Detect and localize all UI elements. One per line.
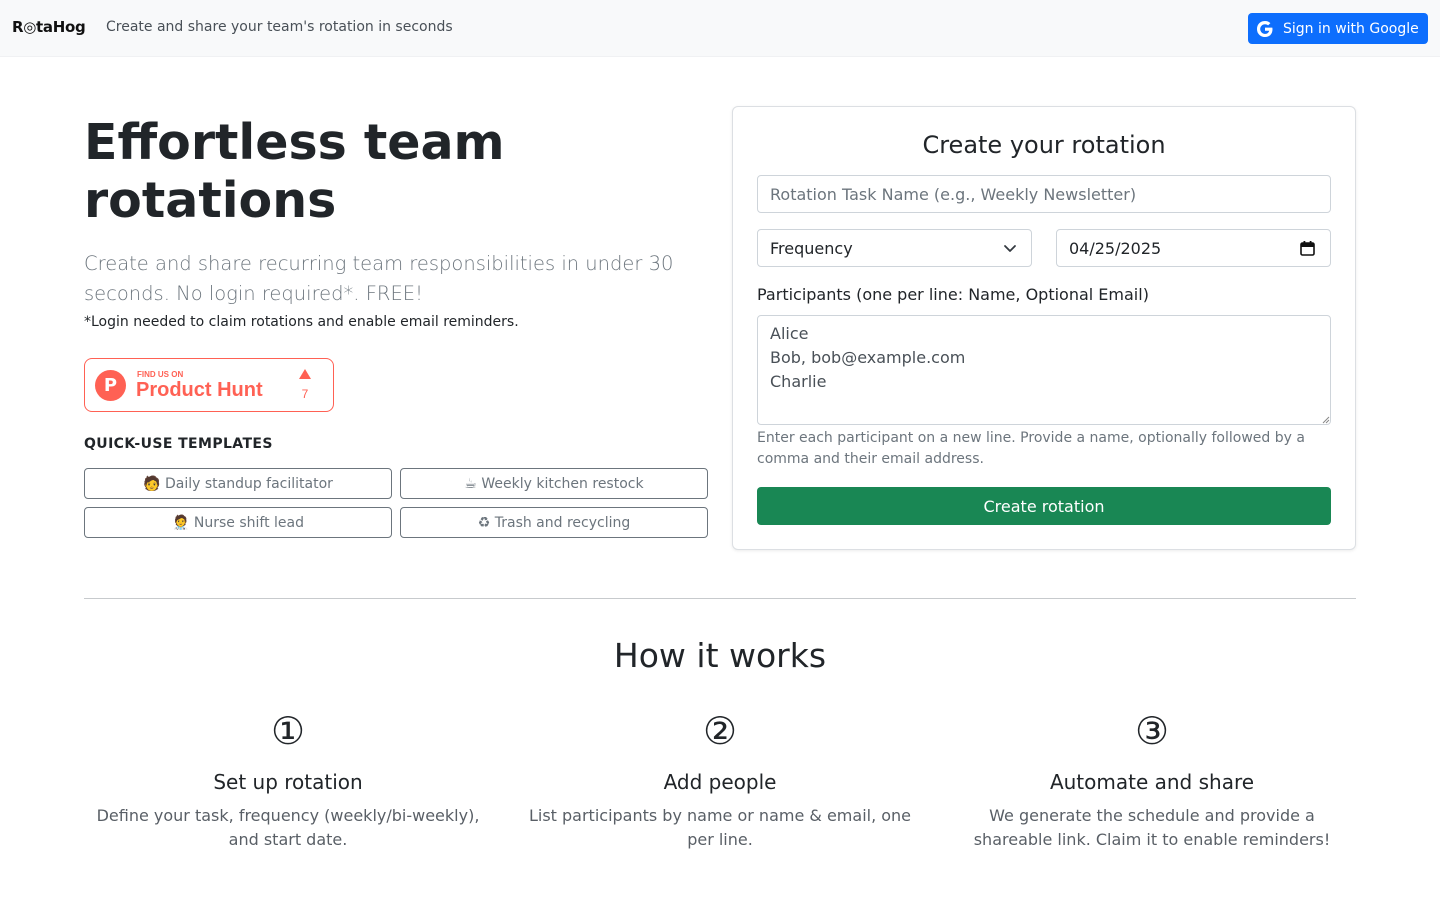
chevron-down-icon xyxy=(1004,245,1016,252)
templates-heading: QUICK-USE TEMPLATES xyxy=(84,436,273,452)
brand-logo[interactable]: R◎taHog xyxy=(12,18,86,36)
step-description: Define your task, frequency (weekly/bi-w… xyxy=(96,806,480,849)
upvote-count: 7 xyxy=(301,387,309,401)
hero-lead: Create and share recurring team responsi… xyxy=(84,252,674,305)
participants-help-text: Enter each participant on a new line. Pr… xyxy=(757,430,1305,467)
participants-label: Participants (one per line: Name, Option… xyxy=(757,285,1149,304)
step-automate: ③ Automate and share We generate the sch… xyxy=(948,708,1356,852)
navbar: R◎taHog Create and share your team's rot… xyxy=(0,0,1440,57)
product-hunt-logo-icon: P xyxy=(95,370,126,401)
product-hunt-small-text: FIND US ON xyxy=(137,370,184,379)
participants-textarea[interactable]: Alice Bob, bob@example.com Charlie xyxy=(757,315,1331,425)
calendar-icon[interactable] xyxy=(1300,241,1315,256)
step-description: We generate the schedule and provide a s… xyxy=(973,806,1331,849)
how-it-works-title: How it works xyxy=(613,636,827,675)
step-title: Set up rotation xyxy=(213,770,363,794)
resize-handle-icon[interactable] xyxy=(1322,416,1330,424)
step-description: List participants by name or name & emai… xyxy=(528,806,912,849)
frequency-value: Frequency xyxy=(770,238,853,258)
google-icon xyxy=(1257,20,1273,37)
template-nurse-shift-button[interactable]: 🧑‍⚕ Nurse shift lead xyxy=(84,507,392,538)
start-date-input[interactable]: 04/25/2025 xyxy=(1056,229,1331,267)
template-trash-recycling-button[interactable]: ♻ Trash and recycling xyxy=(400,507,708,538)
step-title: Automate and share xyxy=(1049,770,1255,794)
step-number: ③ xyxy=(1134,709,1170,753)
create-rotation-button[interactable]: Create rotation xyxy=(757,487,1331,525)
login-note: *Login needed to claim rotations and ena… xyxy=(84,314,519,330)
hero-title: Effortless team rotations xyxy=(84,114,505,229)
step-setup: ① Set up rotation Define your task, freq… xyxy=(84,708,492,852)
upvote-arrow-icon xyxy=(299,369,311,379)
product-hunt-badge[interactable]: P FIND US ON Product Hunt 7 xyxy=(84,358,334,412)
section-divider xyxy=(84,598,1356,599)
navbar-tagline: Create and share your team's rotation in… xyxy=(106,19,453,35)
frequency-select[interactable]: Frequency xyxy=(757,229,1032,267)
google-signin-button[interactable]: Sign in with Google xyxy=(1248,13,1428,44)
google-signin-label: Sign in with Google xyxy=(1283,20,1419,37)
step-number: ② xyxy=(702,709,738,753)
template-daily-standup-button[interactable]: 🧑 Daily standup facilitator xyxy=(84,468,392,499)
step-add-people: ② Add people List participants by name o… xyxy=(516,708,924,852)
start-date-value: 04/25/2025 xyxy=(1069,238,1162,258)
task-name-input[interactable] xyxy=(757,175,1331,213)
product-hunt-name: Product Hunt xyxy=(136,379,263,401)
template-kitchen-restock-button[interactable]: ☕ Weekly kitchen restock xyxy=(400,468,708,499)
form-title: Create your rotation xyxy=(922,131,1166,159)
step-number: ① xyxy=(270,709,306,753)
create-rotation-card: Create your rotation Frequency 04/25/202… xyxy=(732,106,1356,550)
step-title: Add people xyxy=(663,770,777,794)
